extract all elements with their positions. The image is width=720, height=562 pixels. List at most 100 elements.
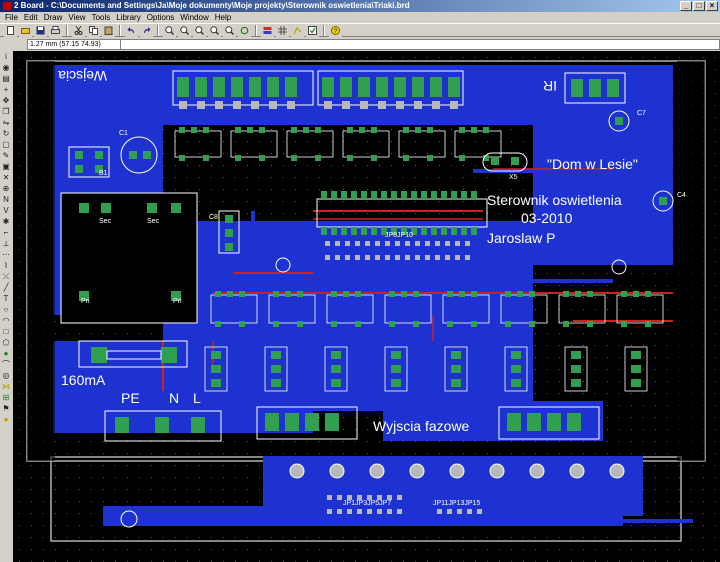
label-dom-w-lesie: "Dom w Lesie" [547,156,638,172]
zoom-out-icon[interactable] [178,23,191,37]
board-canvas[interactable]: Wejscia IR "Dom w Lesie" Sterownik oswie… [13,51,720,562]
smash-icon[interactable]: ✱ [1,217,11,226]
name-icon[interactable]: N [1,195,11,204]
label-pri-1: Pri [81,298,90,305]
menu-tools[interactable]: Tools [92,12,111,23]
split-icon[interactable]: ⟂ [1,239,11,248]
move-icon[interactable]: ✥ [1,96,11,105]
command-bar: 1.27 mm (57.15 74.93) [0,38,720,50]
grid-icon[interactable] [276,23,289,37]
label-current: 160mA [61,372,106,388]
copy-icon[interactable] [87,23,100,37]
wire-icon[interactable]: ╱ [1,283,11,292]
menu-library[interactable]: Library [116,12,140,23]
polygon-icon[interactable]: ⬠ [1,338,11,347]
label-c1: C1 [119,130,128,137]
drc-icon[interactable] [306,23,319,37]
menu-help[interactable]: Help [215,12,231,23]
undo-icon[interactable] [125,23,138,37]
minimize-button[interactable]: _ [680,1,692,11]
menu-view[interactable]: View [68,12,85,23]
group-icon[interactable]: ▢ [1,140,11,149]
label-date: 03-2010 [521,210,573,226]
maximize-button[interactable]: □ [693,1,705,11]
copy-icon[interactable]: ❐ [1,107,11,116]
show-icon[interactable]: ◉ [1,63,11,72]
via-icon[interactable]: ● [1,349,11,358]
change-icon[interactable]: ✎ [1,151,11,160]
zoom-previous-icon[interactable] [223,23,236,37]
mirror-icon[interactable]: ⇋ [1,118,11,127]
coordinate-readout: 1.27 mm (57.15 74.93) [27,39,121,50]
add-icon[interactable]: ⊕ [1,184,11,193]
erc-icon[interactable]: ⚑ [1,404,11,413]
autorouter-icon[interactable]: ⊞ [1,393,11,402]
paste-icon[interactable] [102,23,115,37]
close-button[interactable]: × [706,1,718,11]
info-icon[interactable]: i [1,52,11,61]
ratsnest-icon[interactable]: ⋈ [1,382,11,391]
zoom-fit-icon[interactable] [193,23,206,37]
rect-icon[interactable]: □ [1,327,11,336]
label-pri-2: Pri [173,298,182,305]
delete-icon[interactable]: ✕ [1,173,11,182]
label-c8: C8 [209,214,218,221]
paste-icon[interactable]: ▣ [1,162,11,171]
menu-options[interactable]: Options [147,12,175,23]
command-line-input[interactable] [120,39,720,50]
title-bar: 2 Board - C:\Documents and Settings\Ja\M… [0,0,720,12]
menu-edit[interactable]: Edit [24,12,38,23]
label-l: L [193,390,201,406]
redraw-icon[interactable] [238,23,251,37]
redo-icon[interactable] [140,23,153,37]
label-author: Jaroslaw P [487,230,555,246]
ratsnest-icon[interactable] [291,23,304,37]
left-tool-palette: i ◉ ▤ + ✥ ❐ ⇋ ↻ ▢ ✎ ▣ ✕ ⊕ N V ✱ ⌐ ⟂ ⋯ ⌇ … [0,50,12,562]
ripup-icon[interactable]: ⤫ [1,272,11,281]
miter-icon[interactable]: ⌐ [1,228,11,237]
menu-draw[interactable]: Draw [44,12,63,23]
print-icon[interactable] [49,23,62,37]
main-toolbar: ? [0,23,720,37]
label-sterownik: Sterownik oswietlenia [487,192,622,208]
label-n: N [169,390,179,406]
circle-icon[interactable]: ○ [1,305,11,314]
help-icon[interactable]: ? [329,23,342,37]
rotate-icon[interactable]: ↻ [1,129,11,138]
arc-icon[interactable]: ◠ [1,316,11,325]
signal-icon[interactable]: ⌒ [1,360,11,369]
drc-icon[interactable]: ● [1,415,11,424]
label-sec-2: Sec [147,218,160,225]
label-wyjscia-fazowe: Wyjscia fazowe [373,418,470,434]
label-c7: C7 [637,110,646,117]
label-jp-lower: JP1JP3JP5JP7 [343,500,391,507]
menu-bar: File Edit Draw View Tools Library Option… [0,12,720,23]
label-b1: B1 [99,170,108,177]
window-title: 2 Board - C:\Documents and Settings\Ja\M… [14,1,410,10]
eagle-app-icon [3,2,11,10]
label-jp-lower-2: JP11JP13JP15 [433,500,480,507]
cut-icon[interactable] [72,23,85,37]
zoom-window-icon[interactable] [208,23,221,37]
open-folder-icon[interactable] [19,23,32,37]
text-icon[interactable]: T [1,294,11,303]
menu-window[interactable]: Window [180,12,208,23]
menu-file[interactable]: File [5,12,18,23]
layer-icon[interactable] [261,23,274,37]
value-icon[interactable]: V [1,206,11,215]
label-c4: C4 [677,192,686,199]
label-jp: JP8JP10 [385,232,413,239]
hole-icon[interactable]: ◎ [1,371,11,380]
label-sec-1: Sec [99,218,112,225]
label-x5: X5 [509,174,518,181]
label-pe: PE [121,390,140,406]
save-icon[interactable] [34,23,47,37]
zoom-in-icon[interactable] [163,23,176,37]
new-file-icon[interactable] [4,23,17,37]
optimize-icon[interactable]: ⋯ [1,250,11,259]
display-icon[interactable]: ▤ [1,74,11,83]
label-ir: IR [543,78,557,94]
mark-icon[interactable]: + [1,85,11,94]
label-wejscia: Wejscia [58,68,107,84]
route-icon[interactable]: ⌇ [1,261,11,270]
